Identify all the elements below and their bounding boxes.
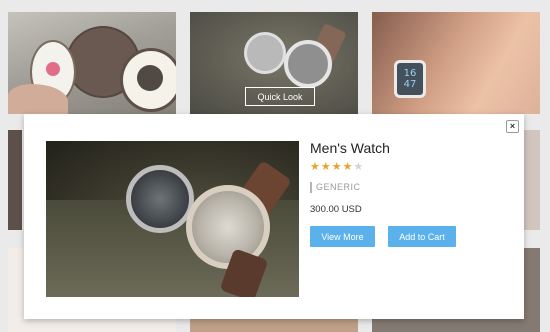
product-image (46, 141, 299, 297)
product-price: 300.00 USD (310, 204, 362, 215)
product-tile-bags[interactable] (8, 12, 176, 114)
watch-image (126, 165, 194, 233)
star-filled-icon: ★★★★ (310, 160, 354, 173)
rating-stars: ★★★★★ (310, 160, 364, 173)
brand-label: GENERIC (310, 182, 361, 193)
product-tile-partial (8, 130, 22, 230)
quick-look-button[interactable]: Quick Look (245, 87, 315, 106)
bag-image (120, 48, 176, 112)
watch-image (284, 40, 332, 88)
close-icon[interactable]: × (506, 120, 519, 133)
product-tile-partial (524, 130, 540, 230)
product-tile-smartwatch[interactable]: 16 47 (372, 12, 540, 114)
star-empty-icon: ★ (353, 160, 365, 173)
product-title: Men's Watch (310, 140, 390, 156)
smartwatch-screen: 16 47 (394, 60, 426, 98)
add-to-cart-button[interactable]: Add to Cart (388, 226, 456, 247)
watch-image (244, 32, 286, 74)
quick-look-modal: × Men's Watch ★★★★★ GENERIC 300.00 USD V… (24, 114, 524, 319)
view-more-button[interactable]: View More (310, 226, 375, 247)
